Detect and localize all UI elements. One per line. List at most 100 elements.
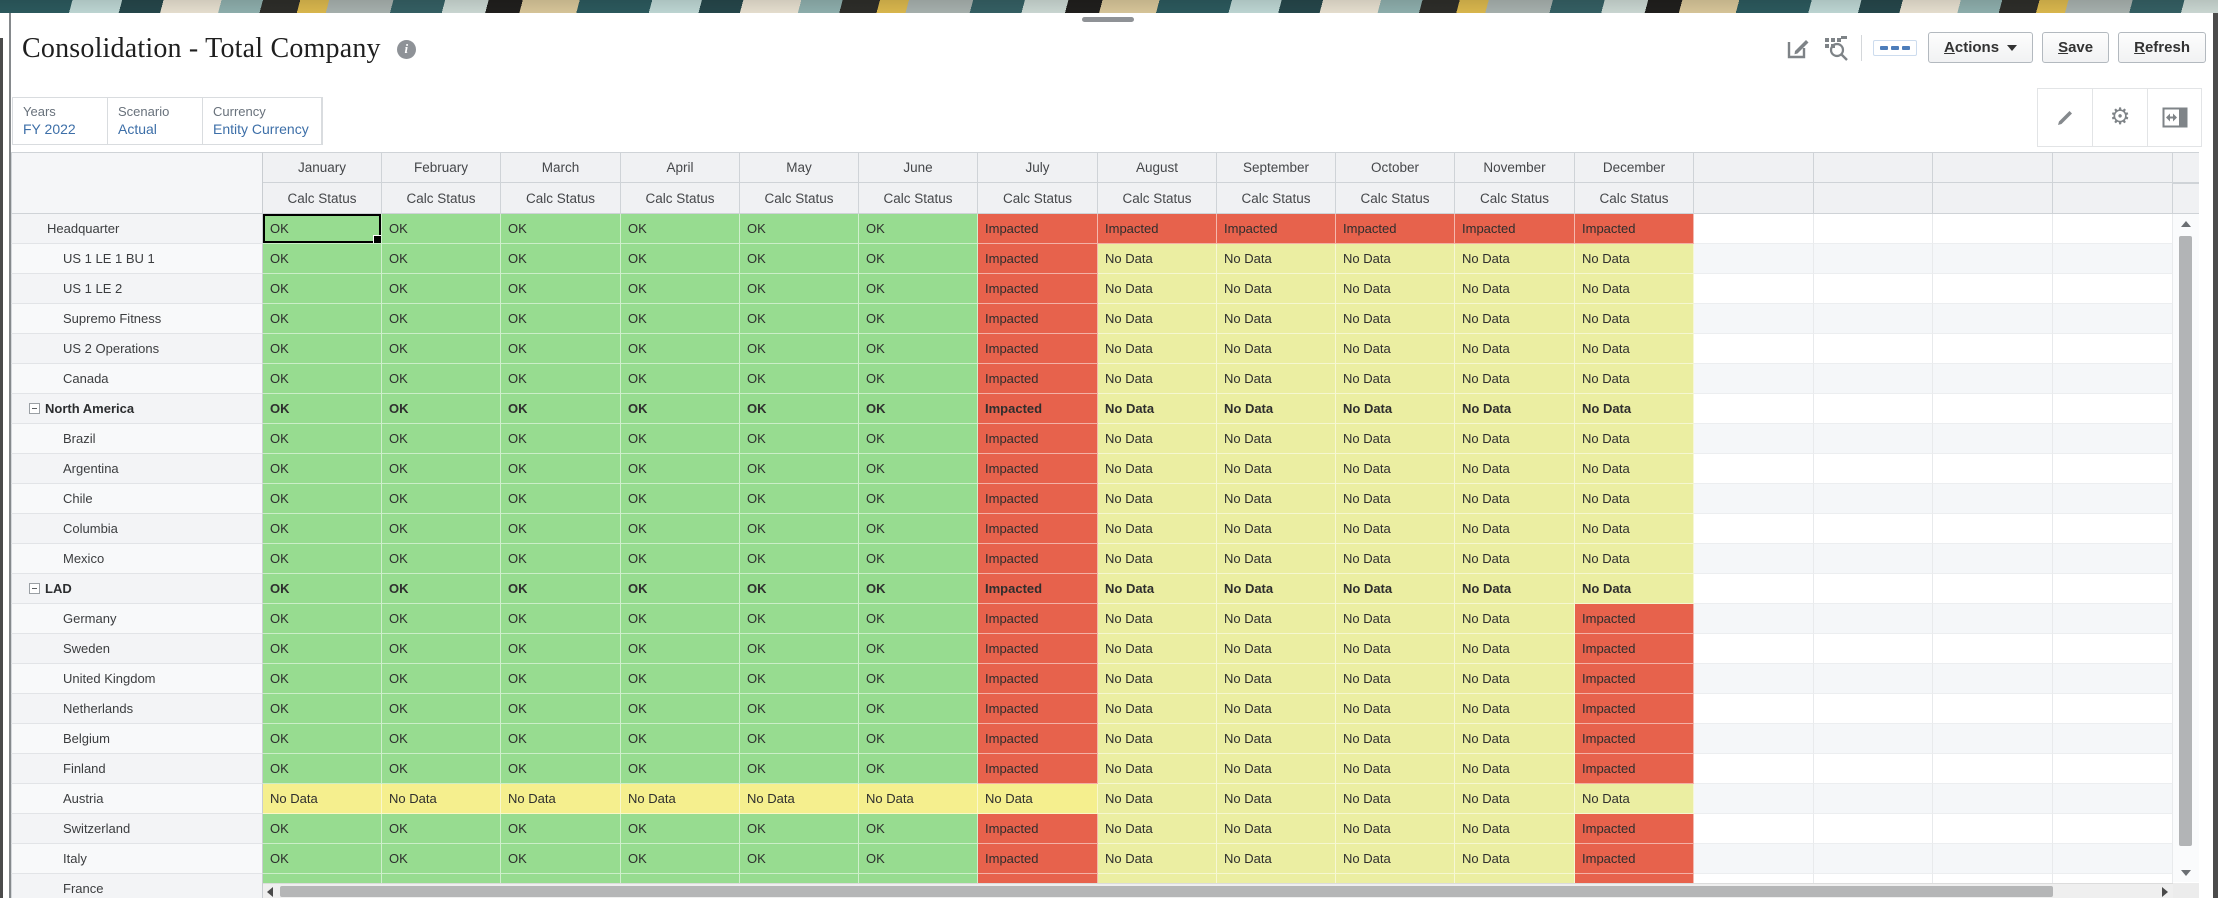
grid-cell[interactable]: Impacted bbox=[978, 664, 1098, 694]
grid-cell[interactable]: No Data bbox=[1098, 754, 1217, 784]
grid-cell[interactable]: Impacted bbox=[978, 844, 1098, 874]
grid-cell[interactable]: OK bbox=[859, 424, 978, 454]
grid-cell[interactable]: Impacted bbox=[978, 424, 1098, 454]
grid-cell[interactable]: OK bbox=[382, 394, 501, 424]
grid-cell[interactable]: OK bbox=[263, 334, 382, 364]
sub-header-calc-status[interactable]: Calc Status bbox=[1098, 183, 1217, 214]
grid-cell[interactable]: No Data bbox=[1098, 784, 1217, 814]
column-header-december[interactable]: December bbox=[1575, 152, 1694, 183]
grid-cell[interactable]: No Data bbox=[740, 784, 859, 814]
grid-cell[interactable]: OK bbox=[263, 694, 382, 724]
grid-cell[interactable]: OK bbox=[501, 754, 621, 784]
grid-cell[interactable]: No Data bbox=[1575, 514, 1694, 544]
grid-cell[interactable]: No Data bbox=[1336, 274, 1455, 304]
vertical-scrollbar-thumb[interactable] bbox=[2179, 236, 2192, 846]
grid-cell[interactable]: OK bbox=[859, 244, 978, 274]
grid-cell[interactable]: OK bbox=[382, 274, 501, 304]
grid-cell[interactable]: OK bbox=[859, 394, 978, 424]
grid-cell[interactable]: OK bbox=[382, 814, 501, 844]
grid-cell[interactable]: OK bbox=[859, 634, 978, 664]
row-header[interactable]: Netherlands bbox=[11, 694, 263, 724]
grid-cell[interactable]: OK bbox=[501, 484, 621, 514]
grid-cell[interactable]: OK bbox=[621, 694, 740, 724]
grid-cell[interactable]: OK bbox=[859, 364, 978, 394]
grid-cell[interactable]: No Data bbox=[1217, 724, 1336, 754]
grid-cell[interactable]: OK bbox=[263, 754, 382, 784]
grid-cell[interactable]: No Data bbox=[1575, 244, 1694, 274]
sub-header-calc-status[interactable]: Calc Status bbox=[382, 183, 501, 214]
grid-cell[interactable]: No Data bbox=[1575, 484, 1694, 514]
grid-cell[interactable]: Impacted bbox=[1336, 214, 1455, 244]
collapse-icon[interactable] bbox=[29, 403, 40, 414]
grid-cell[interactable]: No Data bbox=[1336, 544, 1455, 574]
grid-cell[interactable]: No Data bbox=[1336, 754, 1455, 784]
grid-cell[interactable]: No Data bbox=[1217, 304, 1336, 334]
grid-cell[interactable]: Impacted bbox=[1575, 214, 1694, 244]
grid-cell[interactable]: No Data bbox=[1336, 484, 1455, 514]
sub-header-calc-status[interactable]: Calc Status bbox=[978, 183, 1098, 214]
pov-segment-scenario[interactable]: ScenarioActual bbox=[108, 98, 203, 144]
row-header[interactable]: Italy bbox=[11, 844, 263, 874]
grid-cell[interactable]: OK bbox=[621, 214, 740, 244]
grid-cell[interactable]: No Data bbox=[1098, 814, 1217, 844]
grid-cell[interactable]: Impacted bbox=[978, 544, 1098, 574]
grid-cell[interactable]: OK bbox=[501, 424, 621, 454]
grid-cell[interactable]: No Data bbox=[1336, 364, 1455, 394]
row-header[interactable]: Chile bbox=[11, 484, 263, 514]
sub-header-calc-status[interactable]: Calc Status bbox=[1217, 183, 1336, 214]
grid-cell[interactable]: OK bbox=[740, 844, 859, 874]
grid-cell[interactable]: OK bbox=[263, 274, 382, 304]
grid-cell[interactable]: No Data bbox=[1098, 364, 1217, 394]
grid-cell[interactable]: OK bbox=[263, 724, 382, 754]
collapse-panel-icon[interactable] bbox=[2147, 89, 2202, 147]
grid-cell[interactable]: OK bbox=[859, 844, 978, 874]
grid-cell[interactable]: Impacted bbox=[978, 754, 1098, 784]
grid-cell[interactable]: OK bbox=[859, 334, 978, 364]
grid-cell[interactable]: No Data bbox=[382, 784, 501, 814]
grid-cell[interactable]: OK bbox=[382, 214, 501, 244]
grid-cell[interactable]: OK bbox=[501, 514, 621, 544]
grid-cell[interactable]: No Data bbox=[1575, 424, 1694, 454]
collapse-header-handle[interactable] bbox=[1082, 17, 1134, 22]
pov-segment-currency[interactable]: CurrencyEntity Currency bbox=[203, 98, 322, 144]
grid-cell[interactable]: OK bbox=[740, 634, 859, 664]
grid-cell[interactable]: OK bbox=[859, 274, 978, 304]
grid-cell[interactable]: Impacted bbox=[1575, 814, 1694, 844]
grid-cell[interactable]: OK bbox=[382, 454, 501, 484]
row-header[interactable]: North America bbox=[11, 394, 263, 424]
grid-cell[interactable]: No Data bbox=[1455, 784, 1575, 814]
row-header[interactable]: Brazil bbox=[11, 424, 263, 454]
grid-cell[interactable]: No Data bbox=[978, 784, 1098, 814]
column-header-april[interactable]: April bbox=[621, 152, 740, 183]
grid-cell[interactable]: OK bbox=[621, 364, 740, 394]
grid-cell[interactable]: Impacted bbox=[978, 604, 1098, 634]
grid-cell[interactable]: OK bbox=[621, 604, 740, 634]
grid-cell[interactable]: No Data bbox=[1455, 724, 1575, 754]
grid-cell[interactable]: OK bbox=[740, 334, 859, 364]
grid-cell[interactable]: No Data bbox=[1217, 694, 1336, 724]
grid-cell[interactable]: OK bbox=[382, 604, 501, 634]
grid-cell[interactable]: No Data bbox=[1455, 844, 1575, 874]
grid-cell[interactable]: OK bbox=[740, 274, 859, 304]
grid-cell[interactable]: Impacted bbox=[1575, 724, 1694, 754]
scroll-down-icon[interactable] bbox=[2181, 870, 2191, 876]
grid-cell[interactable]: OK bbox=[740, 604, 859, 634]
grid-cell[interactable]: OK bbox=[501, 664, 621, 694]
grid-cell[interactable]: OK bbox=[501, 304, 621, 334]
collapse-icon[interactable] bbox=[29, 583, 40, 594]
grid-cell[interactable]: OK bbox=[859, 514, 978, 544]
sub-header-calc-status[interactable]: Calc Status bbox=[621, 183, 740, 214]
sub-header-calc-status[interactable]: Calc Status bbox=[859, 183, 978, 214]
grid-cell[interactable]: OK bbox=[621, 424, 740, 454]
grid-cell[interactable]: No Data bbox=[1455, 814, 1575, 844]
column-header-march[interactable]: March bbox=[501, 152, 621, 183]
grid-cell[interactable]: No Data bbox=[1575, 544, 1694, 574]
sub-header-calc-status[interactable]: Calc Status bbox=[1336, 183, 1455, 214]
grid-cell[interactable]: OK bbox=[382, 514, 501, 544]
grid-cell[interactable]: OK bbox=[263, 664, 382, 694]
grid-cell[interactable]: No Data bbox=[1336, 334, 1455, 364]
grid-cell[interactable]: OK bbox=[740, 814, 859, 844]
grid-cell[interactable]: OK bbox=[382, 844, 501, 874]
grid-cell[interactable]: No Data bbox=[1575, 364, 1694, 394]
grid-cell[interactable]: No Data bbox=[1098, 544, 1217, 574]
